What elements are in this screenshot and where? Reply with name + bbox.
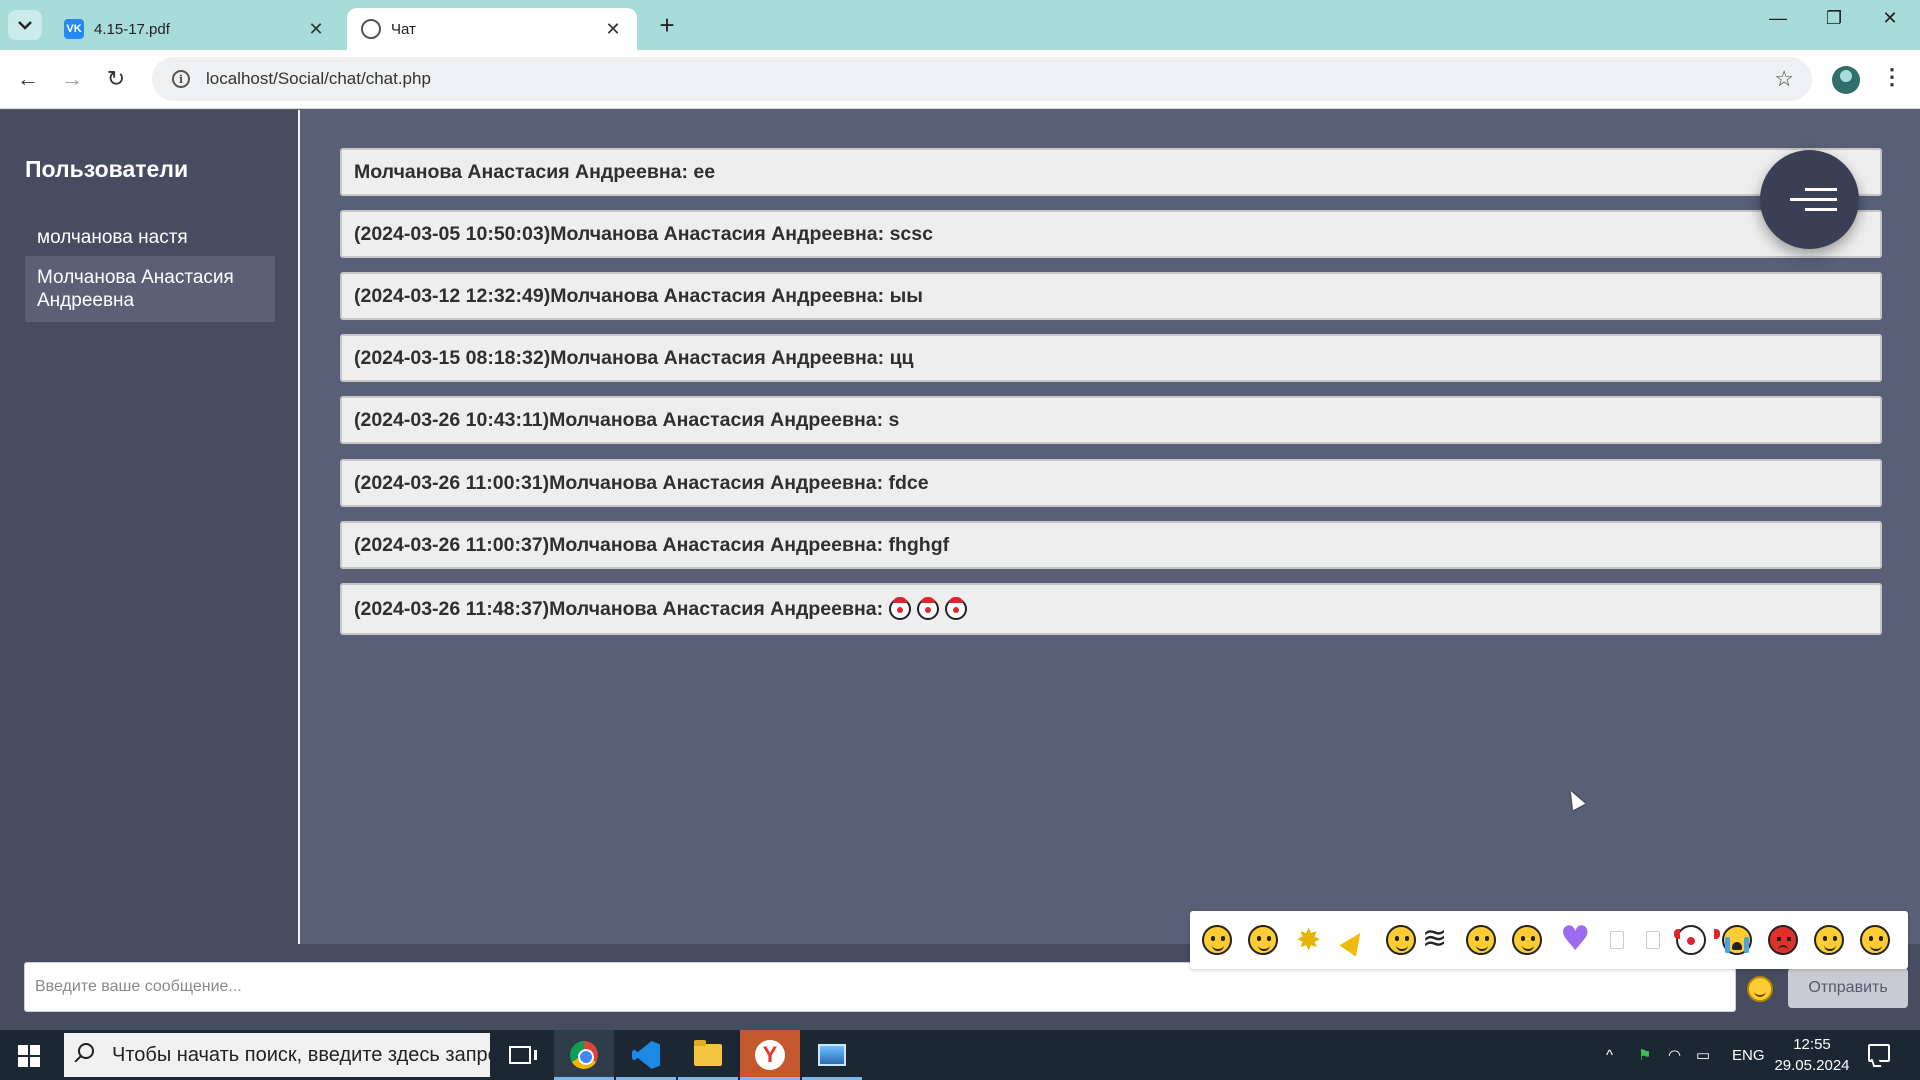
notification-center-icon[interactable]	[1868, 1044, 1890, 1062]
chat-message: (2024-03-05 10:50:03)Молчанова Анастасия…	[340, 210, 1882, 258]
laugh-emoji-icon[interactable]	[1512, 925, 1542, 955]
new-tab-button[interactable]: +	[652, 12, 682, 38]
close-icon[interactable]: ✕	[306, 19, 326, 40]
taskbar-photos[interactable]	[802, 1030, 862, 1080]
clown-icon	[917, 597, 940, 620]
waves-emoji-icon[interactable]	[1420, 921, 1450, 956]
party-popper-emoji-icon[interactable]	[1340, 925, 1370, 955]
emoji-picker	[1190, 911, 1908, 969]
browser-toolbar: ← → ↻ i localhost/Social/chat/chat.php ☆…	[0, 50, 1920, 109]
language-indicator[interactable]: ENG	[1732, 1030, 1765, 1080]
bookmark-star-icon[interactable]: ☆	[1774, 66, 1794, 92]
message-text: (2024-03-12 12:32:49)Молчанова Анастасия…	[354, 284, 923, 307]
chat-message: (2024-03-12 12:32:49)Молчанова Анастасия…	[340, 272, 1882, 320]
sparkle-emoji-icon[interactable]	[1294, 923, 1324, 958]
task-view-icon	[509, 1046, 537, 1064]
clown-emoji-icon[interactable]	[1674, 925, 1720, 955]
photos-icon	[818, 1044, 846, 1066]
message-text: (2024-03-26 11:00:31)Молчанова Анастасия…	[354, 471, 929, 494]
users-sidebar: Пользователи молчанова настя Молчанова А…	[0, 110, 300, 944]
message-text: (2024-03-15 08:18:32)Молчанова Анастасия…	[354, 346, 914, 369]
message-text: (2024-03-05 10:50:03)Молчанова Анастасия…	[354, 222, 933, 245]
clown-icon	[945, 597, 968, 620]
chat-area: Молчанова Анастасия Андреевна: ee (2024-…	[302, 110, 1920, 944]
site-info-icon[interactable]: i	[172, 70, 190, 88]
taskbar-search[interactable]: Чтобы начать поиск, введите здесь запрос	[64, 1033, 490, 1077]
emoji-picker-toggle-icon[interactable]	[1747, 976, 1773, 1002]
angry-emoji-icon[interactable]	[1768, 925, 1798, 955]
message-text: Молчанова Анастасия Андреевна: ee	[354, 160, 716, 183]
chat-message: (2024-03-26 11:00:31)Молчанова Анастасия…	[340, 459, 1882, 507]
battery-icon[interactable]: ▭	[1696, 1030, 1710, 1080]
smile-emoji-icon[interactable]	[1202, 925, 1232, 955]
sidebar-user-item[interactable]: молчанова настя	[25, 216, 275, 259]
tab-title: Чат	[391, 20, 416, 38]
wifi-icon[interactable]: ◠	[1668, 1030, 1681, 1080]
windows-taskbar: Чтобы начать поиск, введите здесь запрос…	[0, 1030, 1920, 1080]
restore-icon[interactable]: ❐	[1814, 8, 1854, 29]
missing-glyph-icon[interactable]	[1610, 931, 1624, 949]
taskbar-yandex[interactable]: Y	[740, 1030, 800, 1080]
browser-tab[interactable]: VK 4.15-17.pdf ✕	[50, 8, 340, 50]
purple-heart-emoji-icon[interactable]	[1558, 919, 1590, 959]
chrome-icon	[570, 1041, 598, 1069]
window-close-icon[interactable]: ✕	[1870, 8, 1910, 29]
folder-icon	[694, 1040, 722, 1066]
chat-message: (2024-03-26 11:00:37)Молчанова Анастасия…	[340, 521, 1882, 569]
windows-start-icon[interactable]	[18, 1045, 40, 1067]
tray-chevron-icon[interactable]: ^	[1606, 1030, 1613, 1080]
address-bar[interactable]: i localhost/Social/chat/chat.php ☆	[152, 57, 1812, 101]
menu-line	[1805, 188, 1837, 191]
flag-icon[interactable]: ⚑	[1638, 1030, 1651, 1080]
back-icon[interactable]: ←	[12, 63, 44, 95]
chat-message: (2024-03-15 08:18:32)Молчанова Анастасия…	[340, 334, 1882, 382]
chat-message: (2024-03-26 11:48:37)Молчанова Анастасия…	[340, 583, 1882, 635]
message-text: (2024-03-26 10:43:11)Молчанова Анастасия…	[354, 408, 900, 431]
tongue-emoji-icon[interactable]	[1466, 925, 1496, 955]
browser-tab-bar: VK 4.15-17.pdf ✕ Чат ✕ + — ❐ ✕	[0, 0, 1920, 50]
sidebar-title: Пользователи	[25, 156, 189, 182]
reload-icon[interactable]: ↻	[100, 63, 132, 95]
close-icon[interactable]: ✕	[603, 19, 623, 40]
clock-time: 12:55	[1793, 1036, 1831, 1053]
crying-emoji-icon[interactable]	[1722, 925, 1752, 955]
menu-line	[1790, 198, 1837, 201]
taskbar-vscode[interactable]	[616, 1030, 676, 1080]
tab-search-button[interactable]	[8, 10, 42, 40]
task-view-button[interactable]	[490, 1030, 550, 1080]
tab-title: 4.15-17.pdf	[94, 20, 170, 38]
chat-message: Молчанова Анастасия Андреевна: ee	[340, 148, 1882, 196]
chevron-down-icon	[18, 21, 32, 30]
clown-icon	[889, 597, 912, 620]
minimize-icon[interactable]: —	[1758, 8, 1798, 29]
url-text[interactable]: localhost/Social/chat/chat.php	[206, 69, 431, 89]
monocle-emoji-icon[interactable]	[1860, 925, 1890, 955]
taskbar-explorer[interactable]	[678, 1030, 738, 1080]
vk-icon: VK	[64, 19, 84, 39]
send-button[interactable]: Отправить	[1788, 968, 1908, 1008]
taskbar-chrome[interactable]	[554, 1030, 614, 1080]
message-text: (2024-03-26 11:00:37)Молчанова Анастасия…	[354, 533, 950, 556]
taskbar-clock[interactable]: 12:55 29.05.2024	[1772, 1034, 1852, 1076]
message-text: (2024-03-26 11:48:37)Молчанова Анастасия…	[354, 597, 884, 620]
browser-tab-active[interactable]: Чат ✕	[347, 8, 637, 50]
menu-line	[1805, 208, 1837, 211]
chat-message: (2024-03-26 10:43:11)Молчанова Анастасия…	[340, 396, 1882, 444]
yandex-browser-icon: Y	[755, 1040, 785, 1070]
search-icon	[78, 1043, 94, 1059]
profile-avatar-icon[interactable]	[1832, 66, 1860, 94]
missing-glyph-icon[interactable]	[1646, 931, 1660, 949]
vscode-icon	[632, 1041, 660, 1069]
no-mouth-emoji-icon[interactable]	[1386, 925, 1416, 955]
floating-menu-button[interactable]	[1760, 150, 1859, 249]
message-input[interactable]	[24, 962, 1736, 1012]
globe-icon	[361, 19, 381, 39]
disappointed-emoji-icon[interactable]	[1814, 925, 1844, 955]
kebab-menu-icon[interactable]: ⋮	[1880, 64, 1904, 90]
clock-date: 29.05.2024	[1774, 1057, 1850, 1074]
blush-emoji-icon[interactable]	[1248, 925, 1278, 955]
taskbar-search-placeholder: Чтобы начать поиск, введите здесь запрос	[112, 1043, 490, 1066]
sidebar-user-item-selected[interactable]: Молчанова Анастасия Андреевна	[25, 256, 275, 322]
forward-icon[interactable]: →	[56, 63, 88, 95]
